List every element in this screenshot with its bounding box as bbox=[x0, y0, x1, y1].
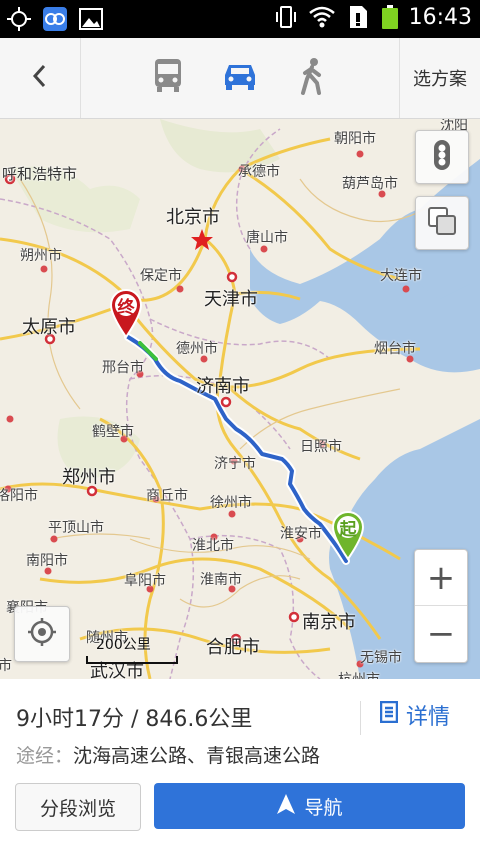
map-label-xuzhou: 徐州市 bbox=[210, 495, 252, 511]
map-label-chengde: 承德市 bbox=[238, 164, 280, 180]
image-icon bbox=[78, 6, 104, 32]
map-label-dezhou: 德州市 bbox=[176, 341, 218, 357]
map-label-huainan: 淮南市 bbox=[200, 572, 242, 588]
map-label-rizhao: 日照市 bbox=[300, 439, 342, 455]
status-bar: 16:43 bbox=[0, 0, 480, 38]
map-label-dalian: 大连市 bbox=[380, 268, 422, 284]
map-label-huaibei: 淮北市 bbox=[192, 538, 234, 554]
app-icon bbox=[42, 6, 68, 32]
scale-label: 200公里 bbox=[96, 637, 151, 653]
vibrate-icon bbox=[273, 4, 299, 30]
map-label-chaoyang: 朝阳市 bbox=[334, 131, 376, 147]
traffic-icon bbox=[432, 139, 452, 175]
locate-icon bbox=[27, 617, 57, 651]
details-label: 详情 bbox=[405, 705, 450, 730]
map-label-jinan: 济南市 bbox=[196, 376, 250, 397]
layers-icon bbox=[427, 206, 457, 240]
route-map[interactable]: 北京市 天津市 济南市 郑州市 太原市 南京市 合肥市 武汉市 呼和浩特市 承德… bbox=[0, 119, 480, 679]
navigation-arrow-icon bbox=[276, 793, 296, 820]
end-marker-label: 终 bbox=[117, 298, 135, 318]
map-label-huaian: 淮安市 bbox=[280, 526, 322, 542]
map-label-hebi: 鹤壁市 bbox=[92, 424, 134, 440]
via-label: 途经： bbox=[16, 745, 74, 767]
map-label-tangshan: 唐山市 bbox=[246, 230, 288, 246]
map-label-zhengzhou: 郑州市 bbox=[62, 467, 116, 488]
start-marker[interactable]: 起 bbox=[330, 509, 366, 561]
traffic-button[interactable] bbox=[415, 130, 469, 184]
wifi-icon bbox=[308, 4, 335, 30]
list-icon bbox=[379, 700, 399, 729]
map-label-nanjing: 南京市 bbox=[302, 612, 356, 633]
map-label-shangqiu: 商丘市 bbox=[146, 488, 188, 504]
map-label-tianjin: 天津市 bbox=[204, 289, 258, 310]
map-label-huhehaote: 呼和浩特市 bbox=[2, 165, 78, 183]
tab-car[interactable] bbox=[216, 54, 264, 102]
map-label-beijing: 北京市 bbox=[166, 207, 220, 228]
scale-bar bbox=[86, 656, 178, 664]
layers-button[interactable] bbox=[415, 196, 469, 250]
zoom-in-button[interactable]: + bbox=[415, 550, 467, 606]
segment-browse-button[interactable]: 分段浏览 bbox=[15, 783, 141, 831]
battery-icon bbox=[381, 4, 399, 30]
zoom-out-button[interactable]: − bbox=[415, 606, 467, 661]
navigate-button[interactable]: 导航 bbox=[154, 783, 465, 829]
map-label-taiyuan: 太原市 bbox=[22, 317, 76, 338]
gps-icon bbox=[6, 6, 32, 32]
map-label-nanyang: 南阳市 bbox=[26, 553, 68, 569]
tab-bus[interactable] bbox=[144, 54, 192, 102]
map-label-hefei: 合肥市 bbox=[206, 637, 260, 658]
via-roads-text: 沈海高速公路、青银高速公路 bbox=[73, 745, 321, 767]
route-options-button[interactable]: 选方案 bbox=[399, 38, 480, 118]
map-label-xingtai: 邢台市 bbox=[102, 360, 144, 376]
map-label-baoding: 保定市 bbox=[140, 268, 182, 284]
status-time: 16:43 bbox=[408, 4, 472, 30]
zoom-control: + − bbox=[414, 549, 468, 663]
chevron-left-icon bbox=[28, 62, 52, 94]
map-label-fuyang: 阜阳市 bbox=[124, 573, 166, 589]
map-label-pingdingshan: 平顶山市 bbox=[48, 520, 104, 536]
sim-icon bbox=[345, 4, 371, 30]
divider bbox=[360, 701, 361, 735]
walk-icon bbox=[297, 57, 327, 99]
map-label-jingmen: 荆门市 bbox=[0, 658, 12, 674]
map-label-hangzhou: 杭州市 bbox=[338, 669, 380, 679]
map-label-yantai: 烟台市 bbox=[374, 341, 416, 357]
map-label-wuxi: 无锡市 bbox=[360, 650, 402, 666]
locate-button[interactable] bbox=[14, 606, 70, 662]
start-marker-label: 起 bbox=[339, 520, 357, 540]
back-button[interactable] bbox=[0, 38, 81, 118]
map-label-luoyang: 洛阳市 bbox=[0, 488, 38, 504]
route-summary-panel: 9小时17分 / 846.6公里 详情 途经：沈海高速公路、青银高速公路 分段浏… bbox=[0, 679, 480, 854]
map-label-shuozhou: 朔州市 bbox=[20, 248, 62, 264]
car-icon bbox=[222, 61, 258, 95]
map-label-jining: 济宁市 bbox=[214, 456, 256, 472]
tab-walk[interactable] bbox=[288, 54, 336, 102]
navigate-label: 导航 bbox=[304, 796, 343, 819]
bus-icon bbox=[152, 58, 184, 98]
route-summary: 9小时17分 / 846.6公里 bbox=[16, 707, 253, 732]
map-label-huludao: 葫芦岛市 bbox=[342, 176, 398, 192]
end-marker[interactable]: 终 bbox=[108, 287, 144, 339]
details-button[interactable]: 详情 bbox=[379, 699, 450, 731]
map-canvas bbox=[0, 119, 480, 679]
route-mode-bar: 选方案 bbox=[0, 38, 480, 119]
via-roads: 途经：沈海高速公路、青银高速公路 bbox=[16, 741, 320, 768]
